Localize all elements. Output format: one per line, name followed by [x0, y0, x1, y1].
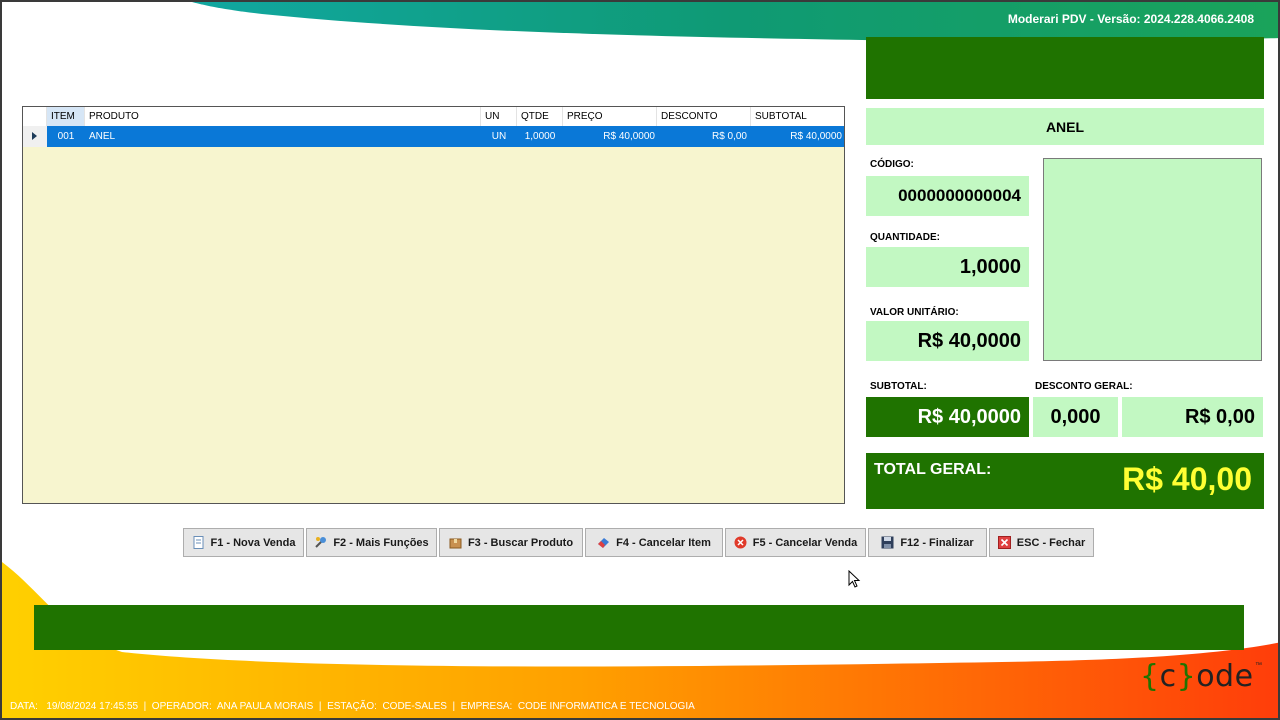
status-operador: ANA PAULA MORAIS: [216, 701, 314, 712]
status-empresa-label: EMPRESA:: [460, 701, 513, 712]
col-produto[interactable]: PRODUTO: [85, 107, 481, 126]
grid-header: ITEM PRODUTO UN QTDE PREÇO DESCONTO SUBT…: [23, 107, 844, 127]
col-desconto[interactable]: DESCONTO: [657, 107, 751, 126]
total-geral-panel: TOTAL GERAL: R$ 40,00: [866, 453, 1264, 509]
message-bar: [34, 605, 1244, 650]
cell-preco: R$ 40,0000: [603, 131, 655, 142]
status-empresa: CODE INFORMATICA E TECNOLOGIA: [517, 701, 695, 712]
row-indicator-icon: [23, 126, 47, 147]
cell-item: 001: [57, 131, 75, 142]
col-item[interactable]: ITEM: [47, 107, 85, 126]
product-name: ANEL: [866, 108, 1264, 145]
cell-desconto: R$ 0,00: [711, 131, 747, 142]
cancelar-venda-button[interactable]: F5 - Cancelar Venda: [725, 528, 866, 557]
finalizar-label: F12 - Finalizar: [900, 536, 974, 549]
table-row[interactable]: 001 ANEL UN 1,0000 R$ 40,0000 R$ 0,00 R$…: [23, 126, 844, 147]
nova-venda-button[interactable]: F1 - Nova Venda: [183, 528, 304, 557]
col-un[interactable]: UN: [481, 107, 517, 126]
cancel-circle-icon: [734, 536, 747, 549]
status-data: 19/08/2024 17:45:55: [46, 701, 139, 712]
desconto-geral-label: DESCONTO GERAL:: [1035, 381, 1133, 392]
cancelar-venda-label: F5 - Cancelar Venda: [752, 536, 858, 549]
quantidade-value: 1,0000: [866, 247, 1029, 287]
cancelar-item-label: F4 - Cancelar Item: [616, 536, 711, 549]
status-operador-label: OPERADOR:: [151, 701, 212, 712]
tools-icon: [314, 536, 327, 549]
total-geral-value: R$ 40,00: [1122, 461, 1252, 497]
quantidade-label: QUANTIDADE:: [870, 232, 940, 243]
mouse-cursor-icon: [848, 570, 861, 588]
save-icon: [881, 536, 894, 549]
mais-funcoes-button[interactable]: F2 - Mais Funções: [306, 528, 437, 557]
col-qtde[interactable]: QTDE: [517, 107, 563, 126]
mais-funcoes-label: F2 - Mais Funções: [333, 536, 429, 549]
status-data-label: DATA:: [10, 701, 38, 712]
window-title: Moderari PDV - Versão: 2024.228.4066.240…: [1007, 12, 1254, 26]
cell-qtde: 1,0000: [524, 131, 556, 142]
cell-produto: ANEL: [89, 131, 116, 142]
box-icon: [449, 536, 462, 549]
fechar-label: ESC - Fechar: [1016, 536, 1086, 549]
cell-subtotal: R$ 40,0000: [790, 131, 842, 142]
top-display-panel: [866, 37, 1264, 99]
col-preco[interactable]: PREÇO: [563, 107, 657, 126]
code-logo: {c}ode: [1140, 659, 1254, 694]
status-bar: DATA: 19/08/2024 17:45:55 | OPERADOR: AN…: [10, 701, 695, 712]
col-subtotal[interactable]: SUBTOTAL: [751, 107, 844, 126]
product-image: [1043, 158, 1262, 361]
valor-unitario-value: R$ 40,0000: [866, 321, 1029, 361]
cancelar-item-button[interactable]: F4 - Cancelar Item: [585, 528, 723, 557]
buscar-produto-button[interactable]: F3 - Buscar Produto: [439, 528, 583, 557]
nova-venda-label: F1 - Nova Venda: [210, 536, 296, 549]
subtotal-label: SUBTOTAL:: [870, 381, 927, 392]
logo-trademark: ™: [1255, 662, 1262, 669]
status-estacao: CODE-SALES: [382, 701, 447, 712]
eraser-icon: [597, 536, 610, 549]
fechar-button[interactable]: ESC - Fechar: [989, 528, 1094, 557]
pdv-window: Moderari PDV - Versão: 2024.228.4066.240…: [0, 0, 1280, 720]
codigo-label: CÓDIGO:: [870, 159, 914, 170]
status-estacao-label: ESTAÇÃO:: [327, 701, 377, 712]
finalizar-button[interactable]: F12 - Finalizar: [868, 528, 987, 557]
valor-unitario-label: VALOR UNITÁRIO:: [870, 307, 959, 318]
cell-un: UN: [491, 131, 507, 142]
desconto-percent: 0,000: [1033, 397, 1118, 437]
close-icon: [997, 536, 1011, 549]
row-header-corner: [23, 107, 47, 126]
total-geral-label: TOTAL GERAL:: [874, 461, 992, 478]
buscar-produto-label: F3 - Buscar Produto: [467, 536, 574, 549]
codigo-value: 0000000000004: [866, 176, 1029, 216]
subtotal-value: R$ 40,0000: [866, 397, 1029, 437]
items-grid[interactable]: ITEM PRODUTO UN QTDE PREÇO DESCONTO SUBT…: [22, 106, 845, 504]
document-icon: [192, 536, 205, 549]
desconto-valor: R$ 0,00: [1122, 397, 1263, 437]
